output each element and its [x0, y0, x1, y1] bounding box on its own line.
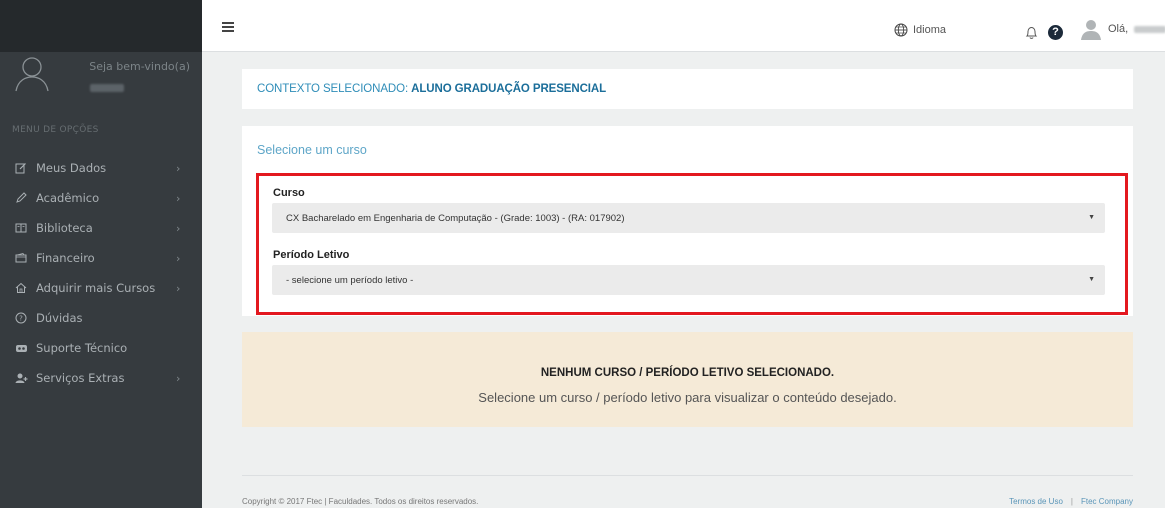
home-icon	[13, 280, 29, 296]
course-select-value: CX Bacharelado em Engenharia de Computaç…	[286, 212, 625, 224]
sidebar-item-servicos-extras[interactable]: Serviços Extras ›	[0, 363, 202, 393]
period-select[interactable]: - selecione um período letivo - ▼	[272, 265, 1105, 295]
selected-context: CONTEXTO SELECIONADO: ALUNO GRADUAÇÃO PR…	[257, 83, 606, 95]
sidebar-item-adquirir-cursos[interactable]: Adquirir mais Cursos ›	[0, 273, 202, 303]
sidebar-item-academico[interactable]: Acadêmico ›	[0, 183, 202, 213]
chevron-right-icon: ›	[176, 372, 181, 385]
course-select-panel: Selecione um curso Curso CX Bacharelado …	[242, 126, 1133, 316]
language-selector[interactable]: Idioma	[894, 23, 946, 37]
footer-separator: |	[1070, 497, 1073, 506]
chevron-right-icon: ›	[176, 252, 181, 265]
chevron-right-icon: ›	[176, 162, 181, 175]
terms-link[interactable]: Termos de Uso	[1009, 497, 1063, 506]
user-greeting: Olá,	[1108, 23, 1129, 35]
context-prefix: CONTEXTO SELECIONADO:	[257, 83, 409, 95]
username-redacted	[1134, 25, 1165, 33]
sidebar-item-duvidas[interactable]: ? Dúvidas	[0, 303, 202, 333]
globe-icon	[894, 23, 908, 37]
sidebar-item-label: Financeiro	[36, 251, 95, 265]
period-label: Período Letivo	[273, 249, 350, 261]
chevron-right-icon: ›	[176, 222, 181, 235]
sidebar-item-meus-dados[interactable]: Meus Dados ›	[0, 153, 202, 183]
sidebar: Seja bem-vindo(a) MENU DE OPÇÕES Meus Da…	[0, 0, 202, 508]
footer-links: Termos de Uso | Ftec Company	[1009, 497, 1133, 506]
wallet-icon	[13, 250, 29, 266]
context-value: ALUNO GRADUAÇÃO PRESENCIAL	[411, 83, 606, 95]
edit-icon	[13, 160, 29, 176]
sidebar-item-suporte-tecnico[interactable]: Suporte Técnico	[0, 333, 202, 363]
user-plus-icon	[13, 370, 29, 386]
svg-text:?: ?	[19, 315, 23, 323]
sidebar-brand-area	[0, 0, 202, 52]
empty-state-message: Selecione um curso / período letivo para…	[478, 390, 897, 405]
question-circle-icon: ?	[13, 310, 29, 326]
sidebar-item-label: Suporte Técnico	[36, 341, 128, 355]
username-redacted	[90, 84, 124, 92]
sidebar-item-biblioteca[interactable]: Biblioteca ›	[0, 213, 202, 243]
chevron-right-icon: ›	[176, 192, 181, 205]
menu-heading: MENU DE OPÇÕES	[12, 125, 99, 135]
sidebar-item-label: Biblioteca	[36, 221, 93, 235]
footer-divider	[242, 475, 1133, 476]
chevron-right-icon: ›	[176, 282, 181, 295]
sidebar-profile: Seja bem-vindo(a)	[0, 52, 202, 112]
headset-icon	[13, 340, 29, 356]
sidebar-item-label: Acadêmico	[36, 191, 100, 205]
caret-down-icon: ▼	[1088, 276, 1095, 283]
book-icon	[13, 220, 29, 236]
course-select[interactable]: CX Bacharelado em Engenharia de Computaç…	[272, 203, 1105, 233]
sidebar-item-financeiro[interactable]: Financeiro ›	[0, 243, 202, 273]
sidebar-item-label: Serviços Extras	[36, 371, 125, 385]
sidebar-item-label: Dúvidas	[36, 311, 83, 325]
language-label: Idioma	[913, 24, 947, 36]
panel-title: Selecione um curso	[257, 143, 367, 157]
help-icon[interactable]: ?	[1048, 25, 1063, 40]
welcome-text: Seja bem-vindo(a)	[89, 60, 190, 73]
user-menu[interactable]: Olá, ⌄	[1080, 18, 1165, 40]
empty-state-title: NENHUM CURSO / PERÍODO LETIVO SELECIONAD…	[540, 367, 835, 379]
sidebar-item-label: Meus Dados	[36, 161, 107, 175]
empty-state-panel: NENHUM CURSO / PERÍODO LETIVO SELECIONAD…	[242, 332, 1133, 427]
bell-icon[interactable]	[1025, 26, 1038, 40]
period-select-value: - selecione um período letivo -	[286, 274, 414, 286]
course-label: Curso	[273, 187, 305, 199]
caret-down-icon: ▼	[1088, 214, 1095, 221]
sidebar-menu: Meus Dados › Acadêmico › Biblioteca › Fi…	[0, 153, 202, 393]
top-bar: Idioma ? Olá, ⌄	[202, 0, 1165, 52]
context-panel: CONTEXTO SELECIONADO: ALUNO GRADUAÇÃO PR…	[242, 69, 1133, 109]
user-avatar-icon	[15, 57, 49, 92]
copyright-text: Copyright © 2017 Ftec | Faculdades. Todo…	[242, 497, 479, 506]
sidebar-item-label: Adquirir mais Cursos	[36, 281, 156, 295]
menu-toggle-icon[interactable]	[222, 22, 234, 32]
user-avatar-icon	[1081, 20, 1101, 40]
company-link[interactable]: Ftec Company	[1081, 497, 1133, 506]
pencil-icon	[13, 190, 29, 206]
